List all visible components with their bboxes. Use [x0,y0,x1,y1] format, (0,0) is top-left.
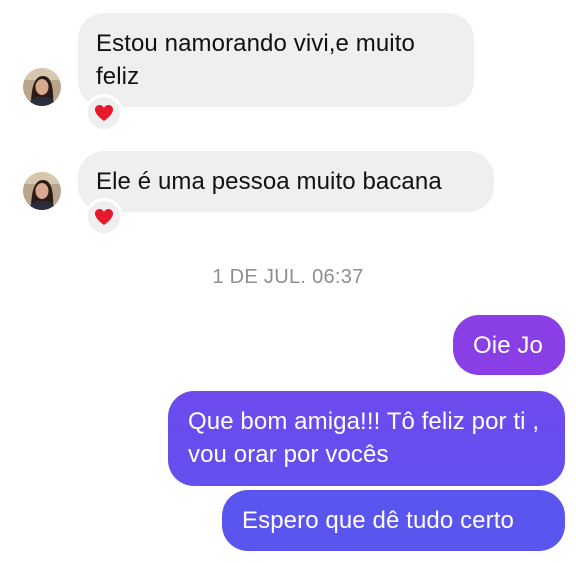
reaction-heart[interactable] [85,94,123,132]
outgoing-message-bubble[interactable]: Espero que dê tudo certo [222,490,565,551]
message-text: Que bom amiga!!! Tô feliz por ti , vou o… [188,408,540,468]
message-text: Oie Jo [473,332,543,359]
incoming-message-bubble[interactable]: Ele é uma pessoa muito bacana [78,151,494,212]
message-timestamp: 1 DE JUL. 06:37 [212,266,364,288]
incoming-message-bubble[interactable]: Estou namorando vivi,e muito feliz [78,13,474,107]
outgoing-message-bubble[interactable]: Oie Jo [453,315,565,375]
outgoing-message-bubble[interactable]: Que bom amiga!!! Tô feliz por ti , vou o… [168,391,565,486]
reaction-heart[interactable] [85,198,123,236]
contact-avatar[interactable] [23,68,61,106]
avatar-photo [23,172,61,210]
message-text: Estou namorando vivi,e muito feliz [96,30,415,90]
message-text: Espero que dê tudo certo [242,507,514,534]
heart-icon [95,209,113,225]
avatar-photo [23,68,61,106]
message-text: Ele é uma pessoa muito bacana [96,168,442,195]
heart-icon [95,105,113,121]
contact-avatar[interactable] [23,172,61,210]
